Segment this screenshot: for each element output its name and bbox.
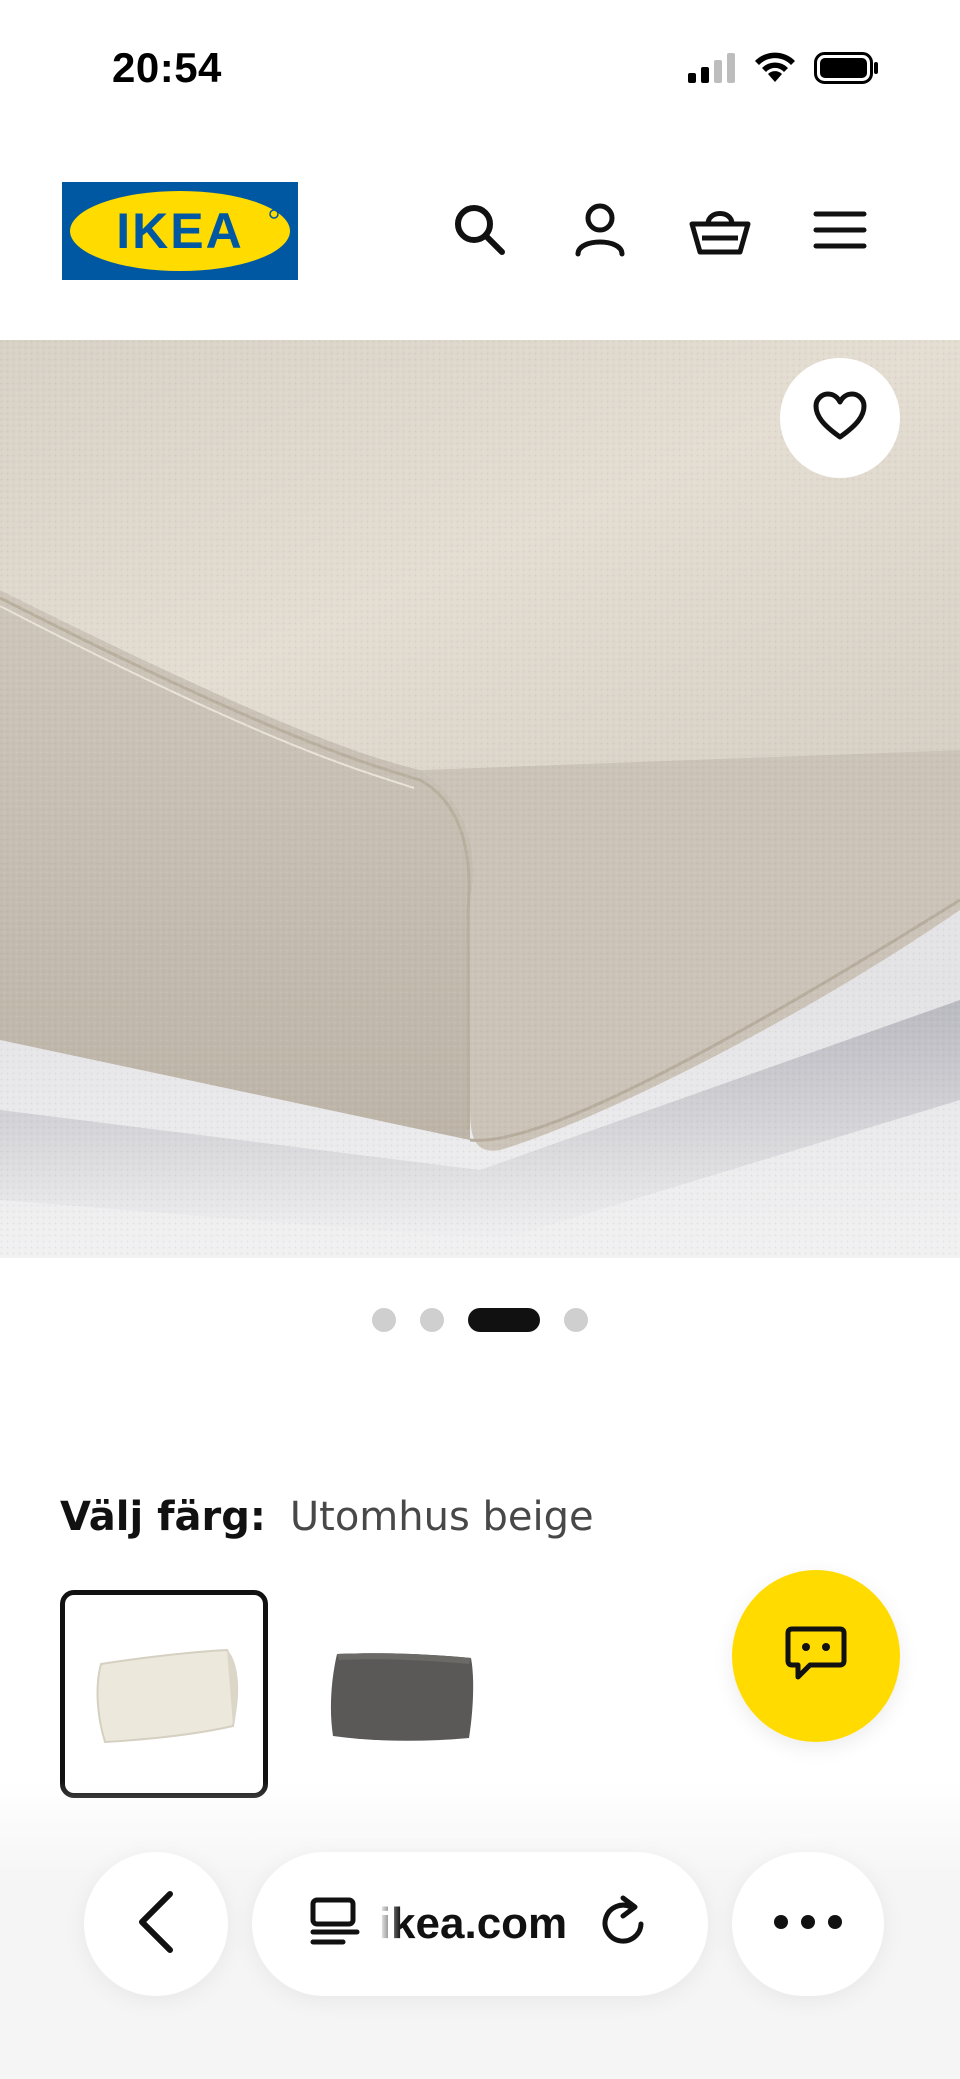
chat-button[interactable]: [732, 1570, 900, 1742]
account-icon[interactable]: [564, 194, 636, 266]
url-text: ikea.com: [378, 1899, 568, 1948]
color-swatch-dark-grey[interactable]: [294, 1590, 502, 1798]
chat-icon: [784, 1625, 848, 1688]
battery-icon: [814, 52, 880, 89]
heart-icon: [813, 391, 867, 446]
status-icons: [688, 52, 880, 89]
carousel-dot[interactable]: [564, 1308, 588, 1332]
browser-address-bar[interactable]: ikea.com: [252, 1852, 708, 1996]
wifi-icon: [754, 52, 796, 89]
browser-more-button[interactable]: [732, 1852, 884, 1996]
favorite-button[interactable]: [780, 358, 900, 478]
carousel-dot[interactable]: [420, 1308, 444, 1332]
browser-back-button[interactable]: [84, 1852, 228, 1996]
product-image[interactable]: [0, 340, 960, 1258]
page: 20:54 IKEA Välj färg: Utomhus beige ikea…: [0, 0, 960, 2079]
color-selection-row: Välj färg: Utomhus beige: [60, 1494, 594, 1540]
color-label: Välj färg:: [60, 1494, 266, 1540]
carousel-dot-active[interactable]: [468, 1308, 540, 1332]
cellular-signal-icon: [688, 53, 736, 88]
color-swatch-beige[interactable]: [60, 1590, 268, 1798]
selected-color-value: Utomhus beige: [289, 1494, 594, 1540]
more-icon: [773, 1914, 843, 1935]
menu-icon[interactable]: [804, 194, 876, 266]
basket-icon[interactable]: [684, 194, 756, 266]
image-carousel-indicator: [0, 1308, 960, 1332]
carousel-dot[interactable]: [372, 1308, 396, 1332]
page-menu-icon[interactable]: [309, 1896, 361, 1953]
search-icon[interactable]: [444, 194, 516, 266]
svg-text:IKEA: IKEA: [116, 203, 243, 259]
chevron-left-icon: [136, 1890, 176, 1959]
reload-icon[interactable]: [597, 1894, 651, 1955]
ikea-logo[interactable]: IKEA: [62, 182, 298, 280]
status-time: 20:54: [112, 44, 222, 91]
